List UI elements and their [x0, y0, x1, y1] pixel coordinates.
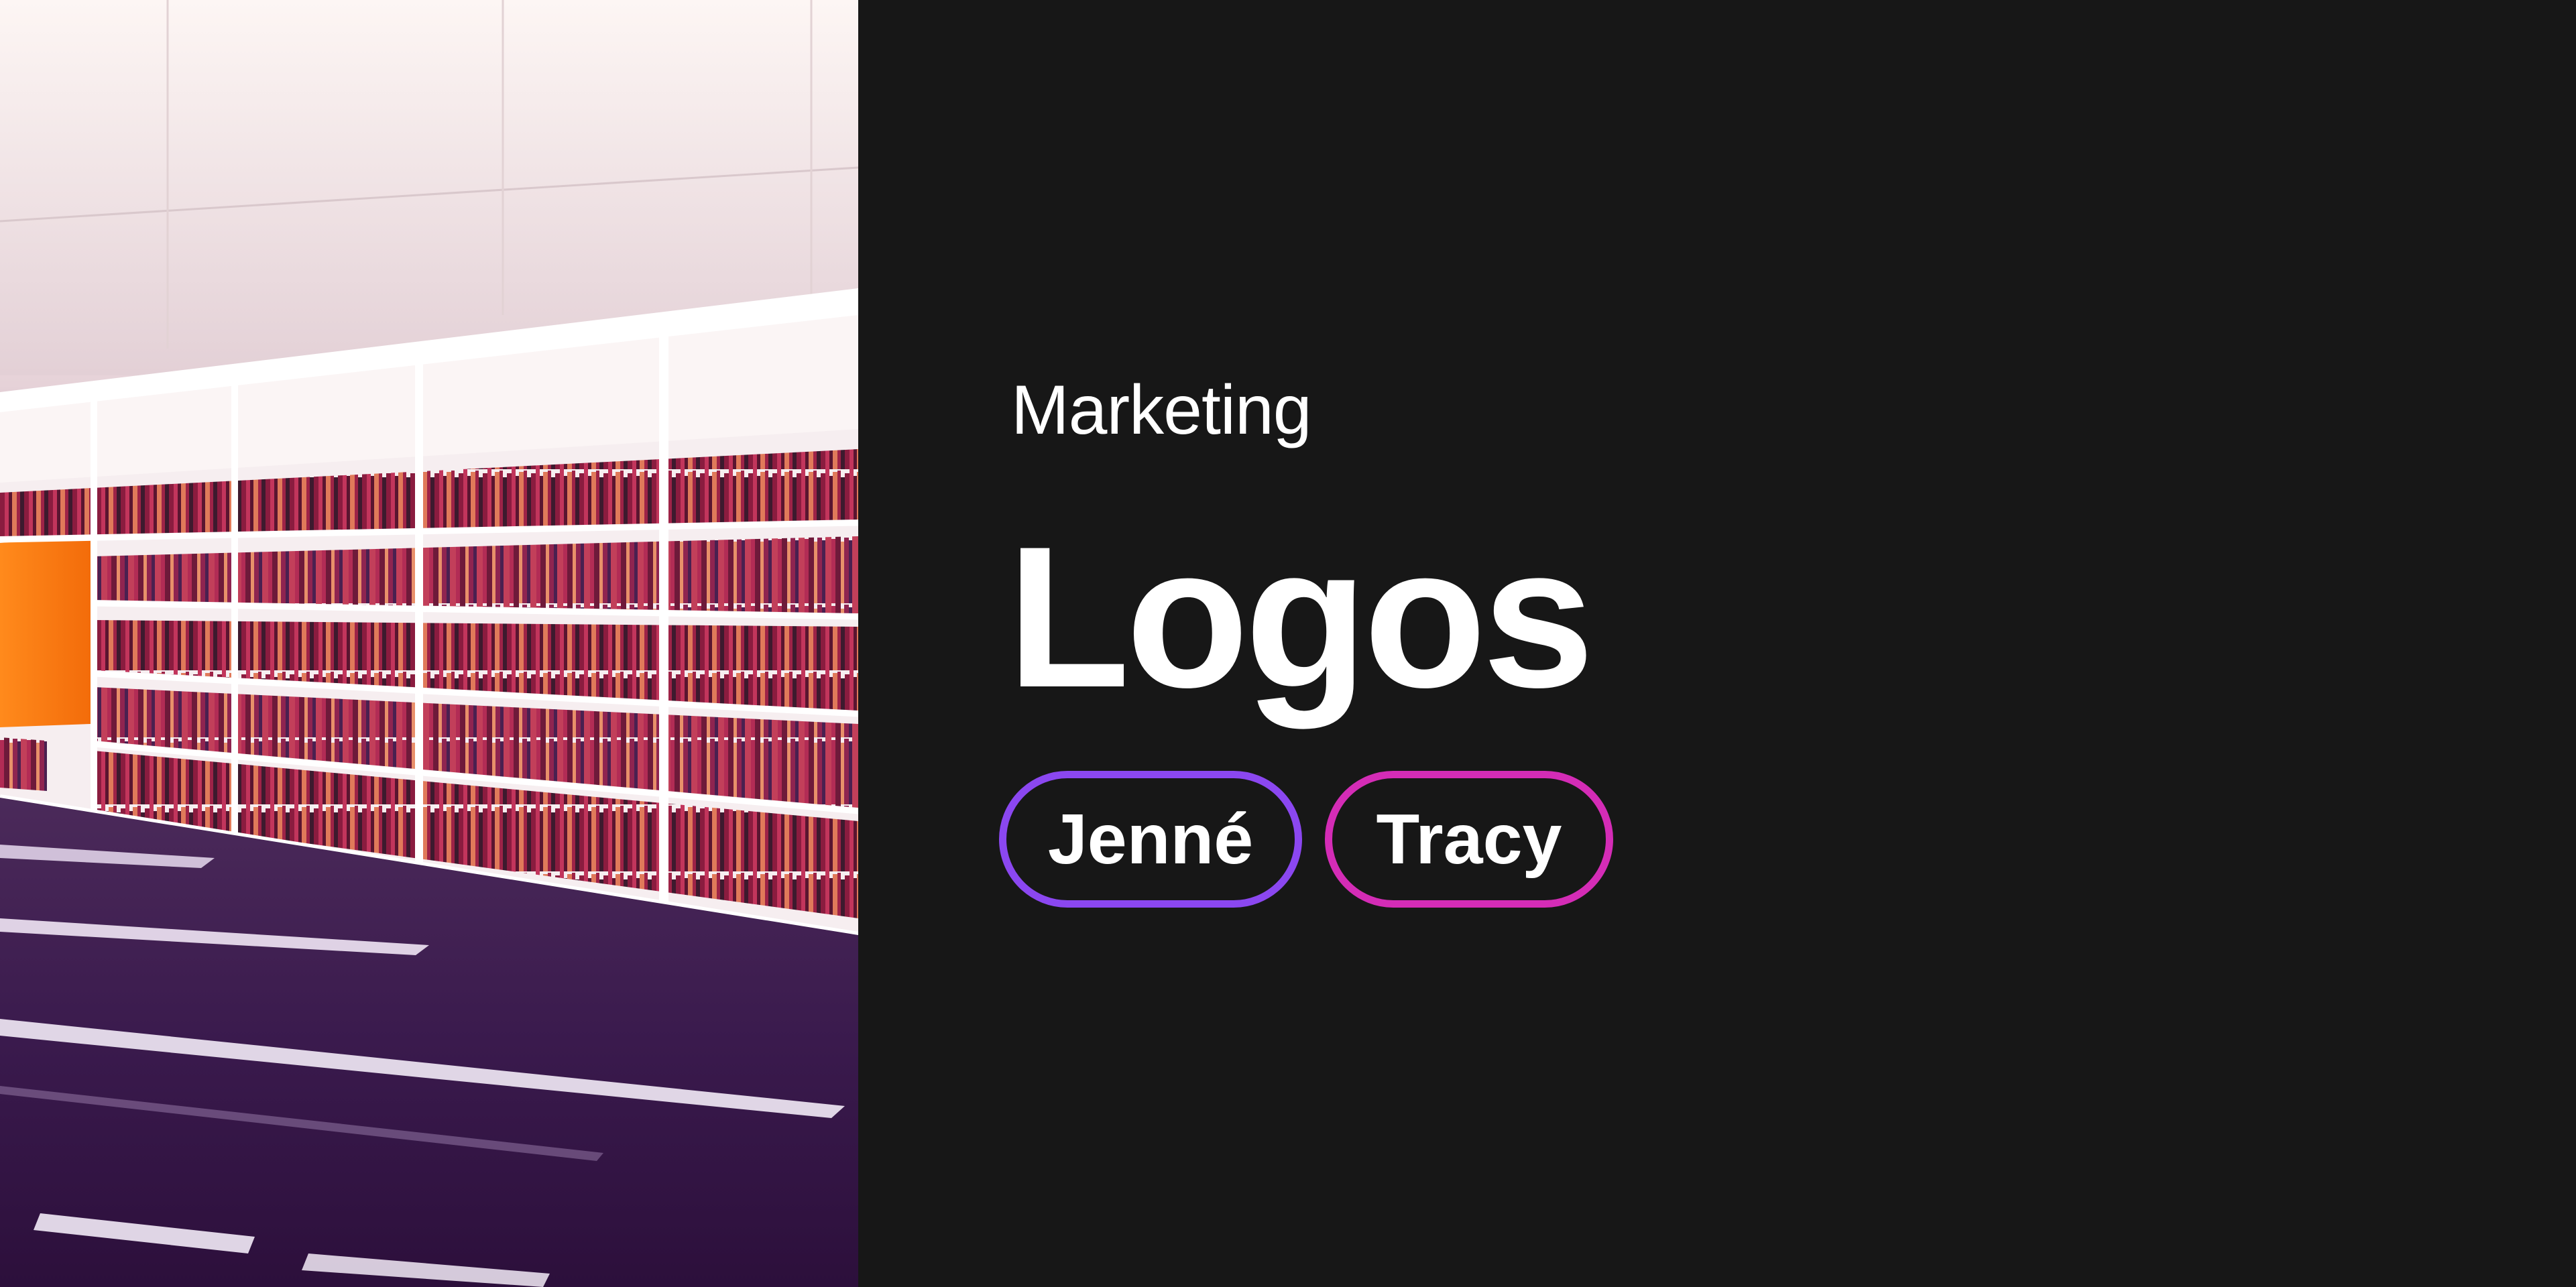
category-label: Marketing	[1011, 371, 1312, 449]
author-tags: Jenné Tracy	[999, 771, 1613, 908]
author-tag-label: Jenné	[1047, 800, 1254, 879]
library-photo	[0, 0, 858, 1287]
author-tag-jenne[interactable]: Jenné	[999, 771, 1302, 908]
hero-panel: Marketing Logos Jenné Tracy	[858, 0, 2576, 1287]
author-tag-tracy[interactable]: Tracy	[1325, 771, 1613, 908]
author-tag-label: Tracy	[1376, 800, 1562, 879]
bookshelf-illustration	[0, 0, 858, 1287]
page-title: Logos	[1007, 504, 1594, 729]
